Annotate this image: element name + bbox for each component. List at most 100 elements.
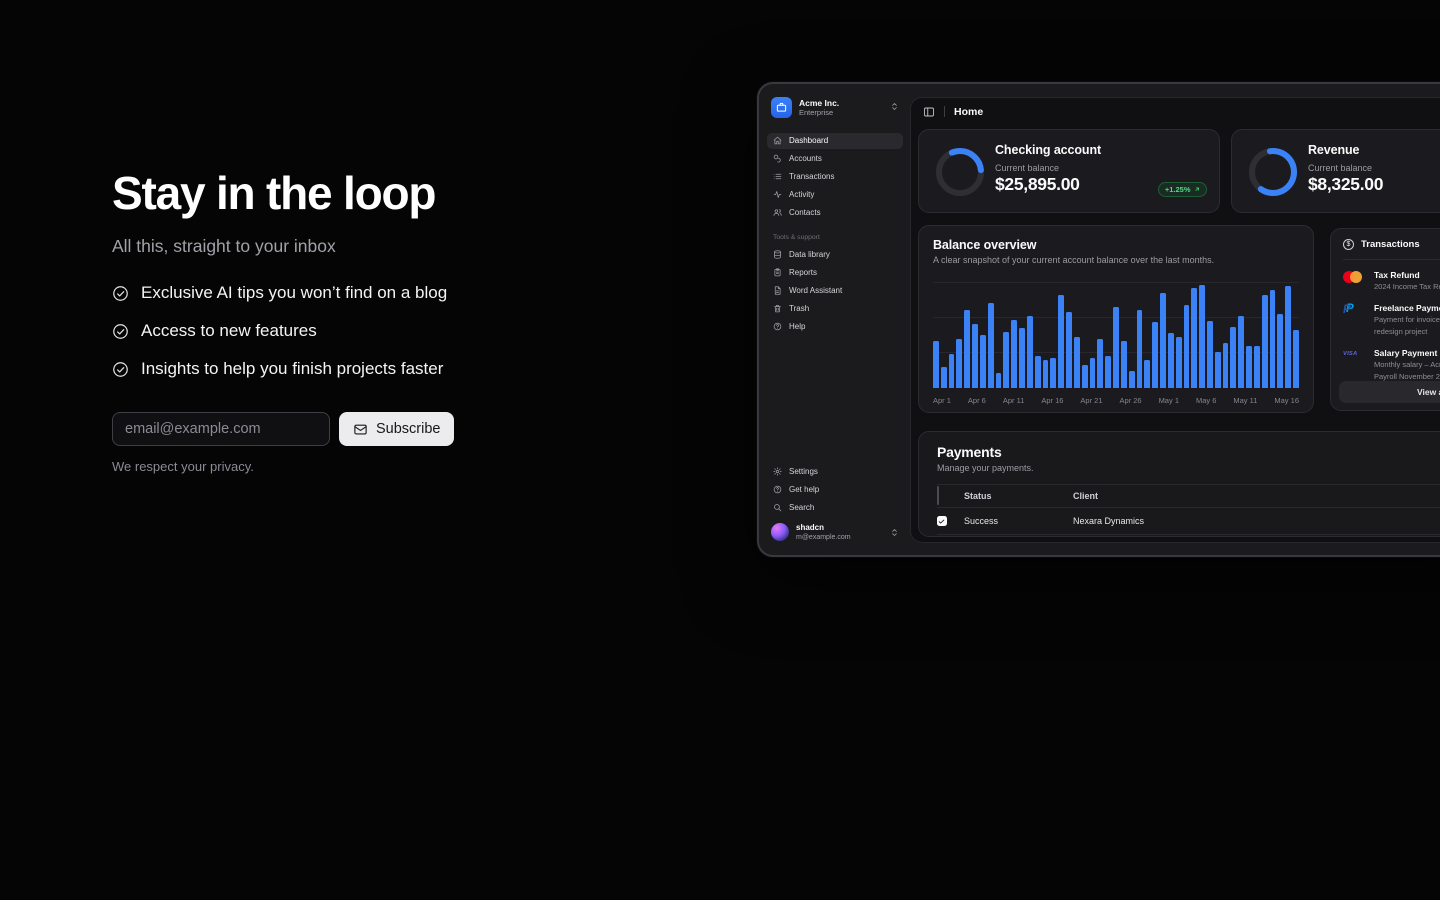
transaction-item[interactable]: VISASalary PaymentMonthly salary – Acme … (1343, 348, 1440, 383)
transactions-card: $ Transactions Tax Refund2024 Income Tax… (1330, 228, 1440, 411)
x-tick-label: May 6 (1196, 396, 1216, 405)
benefit-label: Access to new features (141, 321, 317, 341)
chevrons-icon (890, 102, 899, 111)
transaction-desc: 2024 Income Tax Refund (1374, 282, 1440, 293)
sidebar-item-label: Trash (789, 304, 809, 313)
sidebar-nav-tools: Data library Reports Word Assistant Trash He… (767, 247, 903, 335)
payment-status: Success (964, 516, 1073, 526)
sidebar-item-label: Activity (789, 190, 814, 199)
chart-bar (1043, 360, 1049, 388)
sidebar-item-word-assistant[interactable]: Word Assistant (767, 283, 903, 299)
select-all-checkbox[interactable] (937, 486, 939, 505)
chart-bar (1215, 352, 1221, 388)
payments-title: Payments (937, 444, 1440, 460)
privacy-note: We respect your privacy. (112, 459, 612, 474)
payments-table-header: Status Client (937, 484, 1440, 508)
x-tick-label: Apr 6 (968, 396, 986, 405)
briefcase-icon (776, 102, 787, 113)
dollar-circle-icon: $ (1343, 239, 1354, 250)
transaction-desc: redesign project (1374, 327, 1440, 338)
help-icon (773, 322, 782, 331)
chart-bar (1254, 346, 1260, 388)
search-icon (773, 503, 782, 512)
transaction-title: Freelance Payment (1374, 303, 1440, 313)
sidebar-toggle-icon[interactable] (923, 106, 935, 118)
accounts-icon (773, 154, 782, 163)
sidebar-item-activity[interactable]: Activity (767, 187, 903, 203)
payments-subtitle: Manage your payments. (937, 463, 1440, 473)
row-checkbox[interactable] (937, 516, 947, 526)
sidebar-item-dashboard[interactable]: Dashboard (767, 133, 903, 149)
sidebar-item-transactions[interactable]: Transactions (767, 169, 903, 185)
activity-icon (773, 190, 782, 199)
transactions-list: Tax Refund2024 Income Tax Refund PPFreela… (1343, 270, 1440, 383)
x-tick-label: Apr 26 (1119, 396, 1141, 405)
user-email: m@example.com (796, 533, 851, 542)
sidebar-item-search[interactable]: Search (767, 500, 903, 516)
column-header-client: Client (1073, 491, 1440, 501)
sidebar-item-label: Transactions (789, 172, 835, 181)
page-title: Stay in the loop (112, 166, 612, 220)
sidebar-item-get-help[interactable]: Get help (767, 482, 903, 498)
subscribe-button[interactable]: Subscribe (339, 412, 454, 446)
chart-bar (1105, 356, 1111, 388)
sidebar-item-reports[interactable]: Reports (767, 265, 903, 281)
chart-bar (1230, 327, 1236, 388)
subscribe-label: Subscribe (376, 421, 440, 437)
chart-bar (1027, 316, 1033, 388)
sidebar-item-accounts[interactable]: Accounts (767, 151, 903, 167)
chart-bar (1137, 310, 1143, 388)
sidebar-item-help[interactable]: Help (767, 319, 903, 335)
transactions-header: $ Transactions (1343, 239, 1440, 260)
chart-bar (1152, 322, 1158, 388)
chart-bar (1144, 360, 1150, 388)
benefit-label: Insights to help you finish projects fas… (141, 359, 443, 379)
transactions-title: Transactions (1361, 239, 1420, 250)
benefit-item: Exclusive AI tips you won’t find on a bl… (112, 283, 612, 303)
sidebar-item-label: Accounts (789, 154, 822, 163)
payments-card: Payments Manage your payments. Status Cl… (918, 431, 1440, 537)
chart-bar (988, 303, 994, 388)
benefit-item: Insights to help you finish projects fas… (112, 359, 612, 379)
email-field[interactable] (112, 412, 330, 446)
checking-account-card[interactable]: Checking account Current balance $25,895… (918, 129, 1220, 213)
revenue-card[interactable]: Revenue Current balance $8,325.00 (1231, 129, 1440, 213)
trend-badge: +1.25% (1158, 182, 1207, 197)
chart-bar (964, 310, 970, 388)
avatar (771, 523, 789, 541)
transaction-item[interactable]: PPFreelance PaymentPayment for invoice #… (1343, 303, 1440, 338)
sidebar-item-settings[interactable]: Settings (767, 464, 903, 480)
sidebar-nav-main: Dashboard Accounts Transactions Activity Con… (767, 133, 903, 221)
team-switcher[interactable]: Acme Inc. Enterprise (767, 97, 903, 118)
chart-x-axis-labels: Apr 1Apr 6Apr 11Apr 16Apr 21Apr 26May 1M… (933, 396, 1299, 405)
chart-bar (1293, 330, 1299, 388)
chart-bar (1277, 314, 1283, 388)
chart-bar (1285, 286, 1291, 388)
sidebar-item-data-library[interactable]: Data library (767, 247, 903, 263)
sidebar-item-label: Dashboard (789, 136, 828, 145)
card-title: Revenue (1308, 143, 1359, 157)
database-icon (773, 250, 782, 259)
chart-bar (1074, 337, 1080, 388)
sidebar-item-trash[interactable]: Trash (767, 301, 903, 317)
sidebar-item-label: Help (789, 322, 805, 331)
chart-bar (1019, 328, 1025, 388)
chart-bar (1003, 332, 1009, 388)
breadcrumb: Home (954, 106, 983, 118)
team-name: Acme Inc. (799, 98, 839, 109)
chart-bar (1191, 288, 1197, 388)
chart-bar (956, 339, 962, 388)
team-plan: Enterprise (799, 108, 839, 117)
user-menu[interactable]: shadcn m@example.com (767, 520, 903, 545)
sidebar-item-label: Data library (789, 250, 830, 259)
payment-row[interactable]: SuccessNexara Dynamics (937, 508, 1440, 535)
view-all-button[interactable]: View all (1339, 381, 1440, 403)
sidebar-item-contacts[interactable]: Contacts (767, 205, 903, 221)
transaction-item[interactable]: Tax Refund2024 Income Tax Refund (1343, 270, 1440, 293)
sidebar-item-label: Reports (789, 268, 817, 277)
card-value: $8,325.00 (1308, 174, 1383, 195)
chart-subtitle: A clear snapshot of your current account… (933, 255, 1299, 265)
sidebar-item-label: Contacts (789, 208, 821, 217)
chart-bar (1270, 290, 1276, 388)
benefits-list: Exclusive AI tips you won’t find on a bl… (112, 283, 612, 379)
